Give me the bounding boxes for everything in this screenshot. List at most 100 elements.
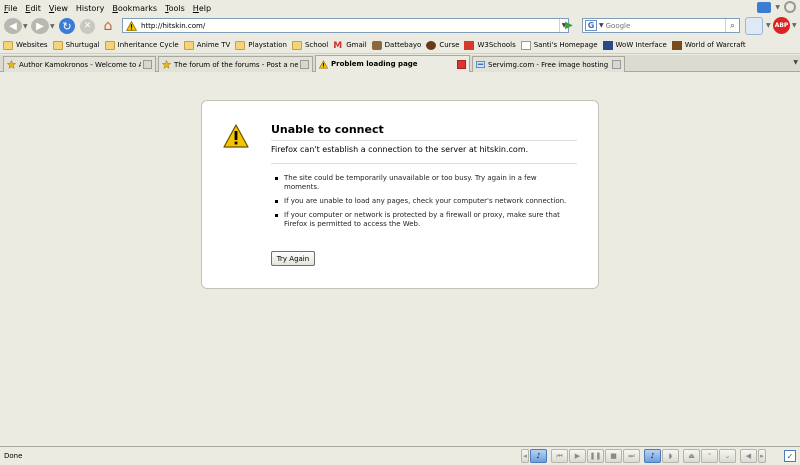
pause-icon[interactable]: ❚❚ (587, 449, 604, 463)
folder-icon (104, 40, 115, 50)
menu-file[interactable]: File (4, 4, 17, 13)
tab-forum-of-forums[interactable]: The forum of the forums - Post a new ... (158, 56, 313, 72)
tab-servimg[interactable]: Servimg.com - Free image hosting ser... (472, 56, 625, 72)
bookmark-websites[interactable]: Websites (3, 40, 48, 50)
home-icon: ⌂ (103, 18, 113, 34)
menu-bookmarks[interactable]: Bookmarks (112, 4, 157, 13)
dattebayo-icon (371, 40, 382, 50)
adblock-dropdown-icon[interactable]: ▼ (792, 22, 797, 29)
adblock-plus-icon[interactable]: ABP (773, 17, 790, 34)
navigation-toolbar: ◀ ▼ ▶ ▼ ↻ ✕ ⌂ ▼ ▶ G ▼ ⌕ ▼ ABP ▼ (0, 16, 800, 36)
bookmark-inheritance-cycle[interactable]: Inheritance Cycle (104, 40, 179, 50)
search-bar: G ▼ ⌕ (582, 18, 740, 33)
folder-icon (52, 40, 63, 50)
stop-icon[interactable]: ■ (605, 449, 622, 463)
warning-icon (223, 124, 249, 148)
bookmark-curse[interactable]: Curse (426, 40, 459, 50)
wowinterface-icon (602, 40, 613, 50)
curse-icon (426, 40, 437, 50)
checkmark-icon[interactable]: ✓ (784, 450, 796, 462)
page-icon (520, 40, 531, 50)
error-short-description: Firefox can't establish a connection to … (271, 145, 577, 164)
w3schools-icon (464, 40, 475, 50)
media-scroll-left-icon[interactable]: ◂ (521, 449, 529, 463)
search-icon[interactable]: ⌕ (725, 19, 739, 32)
folder-icon (3, 40, 13, 50)
reload-icon: ↻ (59, 18, 75, 34)
folder-icon (235, 40, 246, 50)
bookmark-gmail[interactable]: M Gmail (333, 40, 366, 51)
next-track-icon[interactable]: ⏭ (623, 449, 640, 463)
music-note-icon[interactable]: ♪ (530, 449, 547, 463)
bookmark-w3schools[interactable]: W3Schools (464, 40, 516, 50)
tab-close-button[interactable] (143, 60, 152, 69)
menu-bar: File Edit View History Bookmarks Tools H… (0, 0, 800, 16)
forward-button[interactable]: ▶ ▼ (31, 17, 55, 35)
back-button[interactable]: ◀ ▼ (4, 17, 28, 35)
list-item: If you are unable to load any pages, che… (271, 197, 571, 206)
list-item: If your computer or network is protected… (271, 211, 571, 229)
tab-close-button[interactable] (612, 60, 621, 69)
playlist-icon[interactable]: ◗ (662, 449, 679, 463)
url-bar: ▼ (122, 18, 569, 33)
menu-tools[interactable]: Tools (165, 4, 185, 13)
play-icon[interactable]: ▶ (569, 449, 586, 463)
home-button[interactable]: ⌂ (100, 17, 116, 35)
gear-icon[interactable] (784, 1, 796, 13)
tab-list-dropdown-icon[interactable]: ▼ (793, 59, 798, 66)
bookmark-playstation[interactable]: Playstation (235, 40, 287, 50)
bookmark-wow-interface[interactable]: WoW Interface (602, 40, 667, 50)
bookmark-dattebayo[interactable]: Dattebayo (371, 40, 421, 50)
menu-view[interactable]: View (49, 4, 68, 13)
media-scroll-right-icon[interactable]: ▸ (758, 449, 766, 463)
stop-button[interactable]: ✕ (80, 17, 95, 35)
menu-edit[interactable]: Edit (25, 4, 41, 13)
chevron-down-icon[interactable]: ▼ (775, 4, 780, 11)
tab-close-button[interactable] (457, 59, 466, 69)
bookmark-school[interactable]: School (291, 40, 328, 50)
error-title: Unable to connect (271, 123, 577, 141)
volume-down-icon[interactable]: ⌄ (719, 449, 736, 463)
bookmarks-toolbar: Websites Shurtugal Inheritance Cycle Ani… (0, 37, 800, 54)
error-long-description: The site could be temporarily unavailabl… (271, 174, 571, 234)
menu-help[interactable]: Help (193, 4, 211, 13)
url-input[interactable] (141, 19, 559, 32)
wow-icon (671, 40, 682, 50)
tab-author-kamokronos[interactable]: Author Kamokronos - Welcome to Adm... (3, 56, 156, 72)
search-input[interactable] (605, 21, 725, 30)
bookmark-shurtugal[interactable]: Shurtugal (52, 40, 100, 50)
back-arrow-icon: ◀ (4, 18, 22, 34)
bookmark-anime-tv[interactable]: Anime TV (183, 40, 230, 50)
search-engine-dropdown-icon[interactable]: ▼ (599, 22, 604, 29)
bookmark-world-of-warcraft[interactable]: World of Warcraft (671, 40, 746, 50)
volume-up-icon[interactable]: ⌃ (701, 449, 718, 463)
search-engine-icon[interactable]: G (585, 20, 597, 31)
previous-track-icon[interactable]: ⏮ (551, 449, 568, 463)
menu-history[interactable]: History (76, 4, 104, 13)
bookmark-santis-homepage[interactable]: Santi's Homepage (520, 40, 598, 50)
folder-icon (291, 40, 302, 50)
folder-icon (183, 40, 194, 50)
warning-icon (126, 20, 137, 31)
status-bar: Done ◂ ♪ ⏮ ▶ ❚❚ ■ ⏭ ♪ ◗ ⏏ ⌃ ⌄ ◀ ▸ ✓ (0, 446, 800, 465)
favicon-star-icon (162, 60, 171, 69)
favicon-star-icon (7, 60, 16, 69)
reload-button[interactable]: ↻ (59, 17, 75, 35)
back-history-dropdown-icon[interactable]: ▼ (23, 23, 28, 30)
speaker-icon[interactable]: ◀ (740, 449, 757, 463)
music-note-icon[interactable]: ♪ (644, 449, 661, 463)
forward-history-dropdown-icon[interactable]: ▼ (50, 23, 55, 30)
forward-arrow-icon: ▶ (31, 18, 49, 34)
try-again-button[interactable]: Try Again (271, 251, 315, 266)
tab-problem-loading-page[interactable]: Problem loading page (315, 55, 470, 72)
gmail-icon: M (333, 40, 343, 51)
addon-button[interactable] (745, 17, 763, 35)
messenger-icon[interactable] (757, 1, 772, 13)
eject-icon[interactable]: ⏏ (683, 449, 700, 463)
tab-close-button[interactable] (300, 60, 309, 69)
stop-icon: ✕ (80, 18, 95, 34)
addon-dropdown-icon[interactable]: ▼ (766, 22, 771, 29)
status-text: Done (4, 452, 23, 460)
go-button[interactable]: ▶ (562, 18, 576, 33)
go-arrow-icon: ▶ (565, 20, 573, 31)
